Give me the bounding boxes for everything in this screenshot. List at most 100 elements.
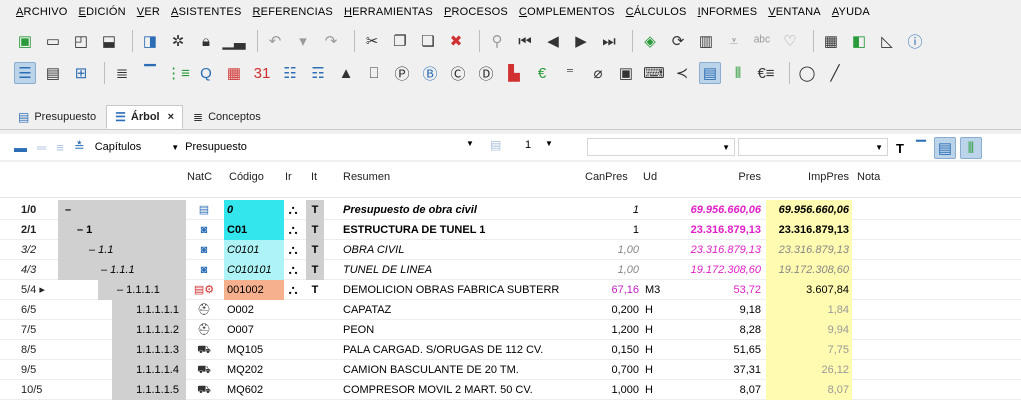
settings-gear-icon[interactable]: ✲ — [167, 30, 189, 52]
concept-code[interactable]: MQ202 — [224, 360, 284, 380]
tree-node[interactable]: 1.1.1.1.2 — [118, 320, 182, 340]
level-count[interactable]: 1 — [525, 139, 531, 151]
comment-icon[interactable]: ◯ — [796, 62, 818, 84]
menu-item[interactable]: INFORMES — [698, 6, 758, 18]
concept-code[interactable]: O002 — [224, 300, 284, 320]
filter-combo-2[interactable]: ▼ — [738, 138, 888, 156]
menu-item[interactable]: ASISTENTES — [171, 6, 241, 18]
table-row[interactable]: 8/5 1.1.1.1.3 ⛟ MQ105 PALA CARGAD. S/ORUGAS … — [0, 340, 1021, 360]
concept-code[interactable]: C010101 — [224, 260, 284, 280]
column-chart-icon[interactable]: ▥ — [695, 30, 717, 52]
collapse-all-icon[interactable]: ▬ — [14, 140, 27, 155]
next-record-icon[interactable]: ▶ — [570, 30, 592, 52]
search-icon[interactable]: ⚲ — [486, 30, 508, 52]
query-icon[interactable]: Q — [195, 62, 217, 84]
register-icon[interactable]: ▣ — [615, 62, 637, 84]
refresh-icon[interactable]: ⟳ — [667, 30, 689, 52]
favorite-icon[interactable]: ♡ — [779, 30, 801, 52]
table-row[interactable]: 7/5 1.1.1.1.2 ⛑ O007 PEON 1,200 H 8,28 9,94 — [0, 320, 1021, 340]
columns-toggle-icon[interactable]: ▤ — [933, 137, 956, 159]
layout-icon[interactable]: ☷ — [279, 62, 301, 84]
copy-c-icon[interactable]: Ⓒ — [447, 62, 469, 84]
col-natc[interactable]: NatC — [184, 162, 215, 198]
menu-item[interactable]: EDICIÓN — [79, 6, 126, 18]
new-document-icon[interactable]: ▣ — [14, 30, 36, 52]
measurement-toggle-icon[interactable]: ⫴ — [959, 137, 982, 159]
menu-item[interactable]: REFERENCIAS — [253, 6, 333, 18]
columns-toggle-icon[interactable]: ▤ — [699, 62, 721, 84]
tree-node[interactable]: 1.1.1.1.3 — [118, 340, 182, 360]
concept-code[interactable]: 001002 — [224, 280, 284, 300]
tree-node[interactable]: 1.1.1.1.5 — [118, 380, 182, 400]
copy-icon[interactable]: ❐ — [389, 30, 411, 52]
col-nota[interactable]: Nota — [854, 162, 883, 198]
open-folder-icon[interactable]: ▭ — [42, 30, 64, 52]
table-row[interactable]: 1/0 – ▤ 0 ⛬ T Presupuesto de obra civil 1 69.956… — [0, 200, 1021, 220]
sort-dropdown-icon[interactable]: ⩡ — [723, 30, 745, 52]
table-row[interactable]: 2/1 – 1 ◙ C01 ⛬ T ESTRUCTURA DE TUNEL 1 1 23.316… — [0, 220, 1021, 240]
concept-code[interactable]: MQ105 — [224, 340, 284, 360]
share-icon[interactable]: ≺ — [671, 62, 693, 84]
menu-item[interactable]: COMPLEMENTOS — [519, 6, 615, 18]
col-resumen[interactable]: Resumen — [340, 162, 393, 198]
tab-arbol[interactable]: ☰ Árbol × — [106, 105, 184, 129]
document-icon[interactable]: ◨ — [139, 30, 161, 52]
summary-columns-icon[interactable]: ▔ — [916, 140, 926, 156]
currency-icon[interactable]: € — [531, 62, 553, 84]
table-view-icon[interactable]: ▤ — [42, 62, 64, 84]
spellcheck-icon[interactable]: ᵃᵇᶜ — [751, 30, 773, 52]
measure-icon[interactable]: ◺ — [876, 30, 898, 52]
table-row[interactable]: 6/5 1.1.1.1.1 ⛑ O002 CAPATAZ 0,200 H 9,18 1,84 — [0, 300, 1021, 320]
key-icon[interactable]: ⌨ — [643, 62, 665, 84]
euro-format-icon[interactable]: €≡ — [755, 62, 777, 84]
col-pres[interactable]: Pres — [664, 162, 764, 198]
calendar-icon[interactable]: 31 — [251, 62, 273, 84]
layout-alt-icon[interactable]: ☶ — [307, 62, 329, 84]
first-record-icon[interactable]: ⏮ — [514, 30, 536, 52]
expand-all-icon[interactable]: ≡ — [56, 140, 64, 155]
concept-code[interactable]: MQ602 — [224, 380, 284, 400]
filter-combo-1[interactable]: ▼ — [587, 138, 735, 156]
cut-icon[interactable]: ✂ — [361, 30, 383, 52]
hierarchy-icon[interactable]: ⋮≡ — [166, 62, 190, 84]
menu-item[interactable]: VER — [137, 6, 160, 18]
menu-item[interactable]: CÁLCULOS — [626, 6, 687, 18]
col-codigo[interactable]: Código — [226, 162, 267, 198]
menu-item[interactable]: AYUDA — [832, 6, 870, 18]
lock-icon[interactable]: 🔒︎ — [195, 30, 217, 52]
export-icon[interactable]: ◈ — [639, 30, 661, 52]
summary-view-icon[interactable]: ▔ — [139, 62, 161, 84]
copy-d-icon[interactable]: Ⓓ — [475, 62, 497, 84]
concept-code[interactable]: C0101 — [224, 240, 284, 260]
bookmark-icon[interactable]: ⎕ — [363, 62, 385, 84]
concept-code[interactable]: O007 — [224, 320, 284, 340]
chevron-down-icon[interactable]: ▼ — [466, 139, 474, 148]
paste-icon[interactable]: ❏ — [417, 30, 439, 52]
menu-item[interactable]: ARCHIVO — [16, 6, 68, 18]
menu-item[interactable]: PROCESOS — [444, 6, 508, 18]
list-view-icon[interactable]: ≣ — [111, 62, 133, 84]
tree-view-icon[interactable]: ☰ — [14, 62, 36, 84]
tab-conceptos[interactable]: ≣ Conceptos — [185, 105, 269, 129]
menu-item[interactable]: VENTANA — [768, 6, 821, 18]
col-ir[interactable]: Ir — [282, 162, 295, 198]
close-icon[interactable]: × — [168, 111, 174, 123]
concept-code[interactable]: 0 — [224, 200, 284, 220]
tree-node[interactable]: – 1 — [74, 220, 194, 240]
copy-p-icon[interactable]: Ⓟ — [391, 62, 413, 84]
text-format-icon[interactable]: T — [896, 141, 904, 156]
copy-b-icon[interactable]: Ⓑ — [419, 62, 441, 84]
outline-view-icon[interactable]: ⊞ — [70, 62, 92, 84]
view-select[interactable]: ▼ Presupuesto — [171, 141, 247, 153]
bar-graph-icon[interactable]: ▁▃ — [222, 30, 245, 52]
expand-level-icon[interactable]: ═ — [37, 140, 46, 155]
undo-dropdown-icon[interactable]: ▾ — [292, 30, 314, 52]
undo-icon[interactable]: ↶ — [264, 30, 286, 52]
redo-icon[interactable]: ↷ — [320, 30, 342, 52]
menu-item[interactable]: HERRAMIENTAS — [344, 6, 433, 18]
run-calculation-icon[interactable]: ◧ — [848, 30, 870, 52]
attachment-icon[interactable]: ⌀ — [587, 62, 609, 84]
info-icon[interactable]: ⓘ — [904, 30, 926, 52]
tab-presupuesto[interactable]: ▤ Presupuesto — [10, 105, 104, 129]
new-item-icon[interactable]: ◰ — [70, 30, 92, 52]
